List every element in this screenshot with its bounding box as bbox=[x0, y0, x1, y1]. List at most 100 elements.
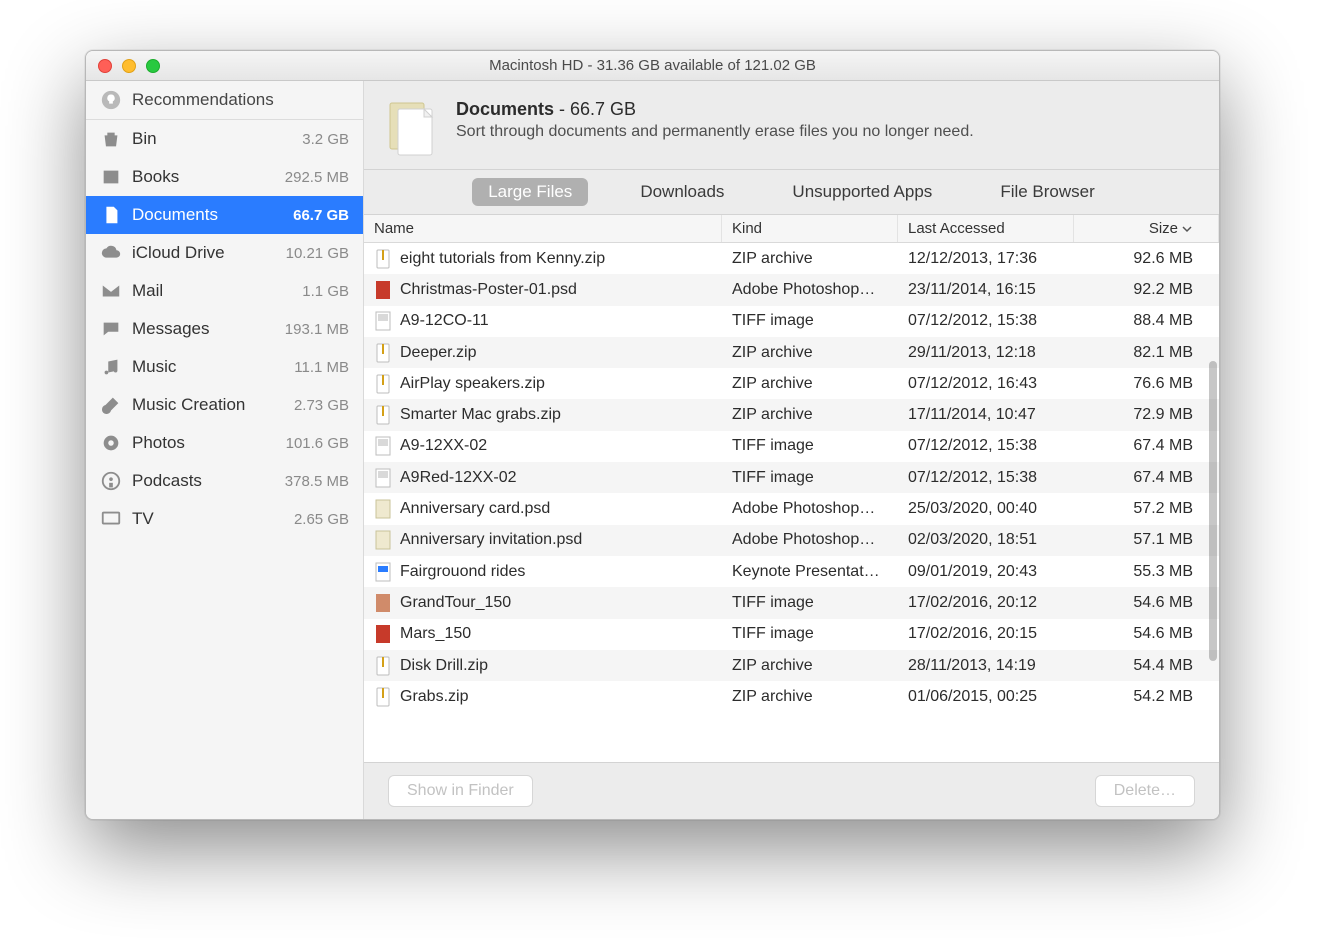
file-name: eight tutorials from Kenny.zip bbox=[400, 250, 605, 268]
table-row[interactable]: Disk Drill.zipZIP archive28/11/2013, 14:… bbox=[364, 650, 1219, 681]
file-icon bbox=[374, 467, 392, 489]
scrollbar-thumb[interactable] bbox=[1209, 361, 1217, 661]
lightbulb-icon bbox=[100, 89, 122, 111]
table-row[interactable]: AirPlay speakers.zipZIP archive07/12/201… bbox=[364, 368, 1219, 399]
table-row[interactable]: Anniversary invitation.psdAdobe Photosho… bbox=[364, 525, 1219, 556]
table-row[interactable]: eight tutorials from Kenny.zip ZIP archiv… bbox=[364, 243, 1219, 274]
file-size: 54.2 MB bbox=[1074, 688, 1219, 706]
sidebar-item-tv[interactable]: TV2.65 GB bbox=[86, 500, 363, 538]
table-row[interactable]: GrandTour_150TIFF image17/02/2016, 20:12… bbox=[364, 587, 1219, 618]
sidebar-item-label: Mail bbox=[132, 281, 292, 301]
file-name: AirPlay speakers.zip bbox=[400, 375, 545, 393]
file-name: Anniversary card.psd bbox=[400, 500, 550, 518]
column-header-size[interactable]: Size bbox=[1074, 215, 1219, 242]
file-name: Mars_150 bbox=[400, 625, 471, 643]
sidebar-item-size: 11.1 MB bbox=[294, 359, 349, 376]
sidebar-item-size: 1.1 GB bbox=[302, 283, 349, 300]
sidebar-item-mail[interactable]: Mail 1.1 GB bbox=[86, 272, 363, 310]
zoom-button[interactable] bbox=[146, 59, 160, 73]
guitar-icon bbox=[100, 394, 122, 416]
file-last-accessed: 17/02/2016, 20:12 bbox=[898, 594, 1074, 612]
sidebar-item-label: Messages bbox=[132, 319, 275, 339]
show-in-finder-button[interactable]: Show in Finder bbox=[388, 775, 533, 807]
tabs-row: Large Files Downloads Unsupported Apps File… bbox=[364, 170, 1219, 215]
table-row[interactable]: Anniversary card.psdAdobe Photoshop…25/0… bbox=[364, 493, 1219, 524]
table-row[interactable]: Fairgrouond ridesKeynote Presentat…09/01… bbox=[364, 556, 1219, 587]
file-icon bbox=[374, 623, 392, 645]
minimize-button[interactable] bbox=[122, 59, 136, 73]
column-header-name[interactable]: Name bbox=[364, 215, 722, 242]
sidebar-item-size: 193.1 MB bbox=[285, 321, 349, 338]
podcasts-icon bbox=[100, 470, 122, 492]
sidebar-item-icloud-drive[interactable]: iCloud Drive10.21 GB bbox=[86, 234, 363, 272]
sidebar-item-music[interactable]: Music11.1 MB bbox=[86, 348, 363, 386]
table-row[interactable]: A9Red-12XX-02TIFF image07/12/2012, 15:38… bbox=[364, 462, 1219, 493]
file-kind: Adobe Photoshop… bbox=[722, 281, 898, 299]
file-icon bbox=[374, 404, 392, 426]
file-last-accessed: 09/01/2019, 20:43 bbox=[898, 563, 1074, 581]
file-kind: TIFF image bbox=[722, 625, 898, 643]
file-list[interactable]: eight tutorials from Kenny.zip ZIP archiv… bbox=[364, 243, 1219, 762]
file-icon bbox=[374, 529, 392, 551]
file-size: 82.1 MB bbox=[1074, 344, 1219, 362]
sidebar-item-photos[interactable]: Photos101.6 GB bbox=[86, 424, 363, 462]
file-icon bbox=[374, 498, 392, 520]
sidebar-item-label: Books bbox=[132, 167, 275, 187]
table-row[interactable]: Deeper.zipZIP archive29/11/2013, 12:1882… bbox=[364, 337, 1219, 368]
file-size: 72.9 MB bbox=[1074, 406, 1219, 424]
tab-downloads[interactable]: Downloads bbox=[624, 178, 740, 206]
book-icon bbox=[100, 166, 122, 188]
column-header-kind[interactable]: Kind bbox=[722, 215, 898, 242]
file-name: Smarter Mac grabs.zip bbox=[400, 406, 561, 424]
sidebar-item-documents[interactable]: Documents66.7 GB bbox=[86, 196, 363, 234]
delete-button[interactable]: Delete… bbox=[1095, 775, 1195, 807]
chevron-down-icon bbox=[1182, 224, 1192, 234]
sidebar-item-size: 2.65 GB bbox=[294, 511, 349, 528]
file-last-accessed: 17/11/2014, 10:47 bbox=[898, 406, 1074, 424]
file-kind: TIFF image bbox=[722, 594, 898, 612]
close-button[interactable] bbox=[98, 59, 112, 73]
sidebar-item-music-creation[interactable]: Music Creation2.73 GB bbox=[86, 386, 363, 424]
sidebar-item-podcasts[interactable]: Podcasts378.5 MB bbox=[86, 462, 363, 500]
table-row[interactable]: Grabs.zipZIP archive01/06/2015, 00:2554.… bbox=[364, 681, 1219, 712]
titlebar[interactable]: Macintosh HD - 31.36 GB available of 121… bbox=[86, 51, 1219, 81]
file-size: 92.6 MB bbox=[1074, 250, 1219, 268]
file-icon bbox=[374, 592, 392, 614]
table-row[interactable]: A9-12CO-11TIFF image07/12/2012, 15:3888.… bbox=[364, 306, 1219, 337]
window-title: Macintosh HD - 31.36 GB available of 121… bbox=[86, 57, 1219, 74]
file-icon bbox=[374, 561, 392, 583]
table-row[interactable]: Mars_150TIFF image17/02/2016, 20:1554.6 … bbox=[364, 619, 1219, 650]
table-header: Name Kind Last Accessed Size bbox=[364, 215, 1219, 243]
traffic-lights bbox=[98, 59, 160, 73]
file-last-accessed: 29/11/2013, 12:18 bbox=[898, 344, 1074, 362]
file-size: 54.6 MB bbox=[1074, 625, 1219, 643]
file-kind: Adobe Photoshop… bbox=[722, 500, 898, 518]
file-icon bbox=[374, 373, 392, 395]
file-kind: ZIP archive bbox=[722, 250, 898, 268]
tab-unsupported-apps[interactable]: Unsupported Apps bbox=[776, 178, 948, 206]
sidebar-item-books[interactable]: Books292.5 MB bbox=[86, 158, 363, 196]
sidebar-item-label: Documents bbox=[132, 205, 283, 225]
mail-icon bbox=[100, 280, 122, 302]
tab-file-browser[interactable]: File Browser bbox=[984, 178, 1110, 206]
sidebar-group-recommendations[interactable]: Recommendations bbox=[86, 81, 363, 119]
file-kind: Keynote Presentat… bbox=[722, 563, 898, 581]
file-size: 54.4 MB bbox=[1074, 657, 1219, 675]
column-header-last-accessed[interactable]: Last Accessed bbox=[898, 215, 1074, 242]
file-last-accessed: 02/03/2020, 18:51 bbox=[898, 531, 1074, 549]
file-last-accessed: 07/12/2012, 15:38 bbox=[898, 312, 1074, 330]
file-last-accessed: 12/12/2013, 17:36 bbox=[898, 250, 1074, 268]
table-row[interactable]: Smarter Mac grabs.zipZIP archive17/11/20… bbox=[364, 399, 1219, 430]
photos-icon bbox=[100, 432, 122, 454]
file-last-accessed: 07/12/2012, 15:38 bbox=[898, 469, 1074, 487]
sidebar-item-size: 2.73 GB bbox=[294, 397, 349, 414]
cloud-icon bbox=[100, 242, 122, 264]
tab-large-files[interactable]: Large Files bbox=[472, 178, 588, 206]
sidebar-item-messages[interactable]: Messages 193.1 MB bbox=[86, 310, 363, 348]
storage-management-window: Macintosh HD - 31.36 GB available of 121… bbox=[85, 50, 1220, 820]
table-row[interactable]: A9-12XX-02TIFF image07/12/2012, 15:3867.… bbox=[364, 431, 1219, 462]
sidebar-item-bin[interactable]: Bin3.2 GB bbox=[86, 120, 363, 158]
table-row[interactable]: Christmas-Poster-01.psdAdobe Photoshop…2… bbox=[364, 274, 1219, 305]
file-icon bbox=[374, 686, 392, 708]
file-name: Christmas-Poster-01.psd bbox=[400, 281, 577, 299]
